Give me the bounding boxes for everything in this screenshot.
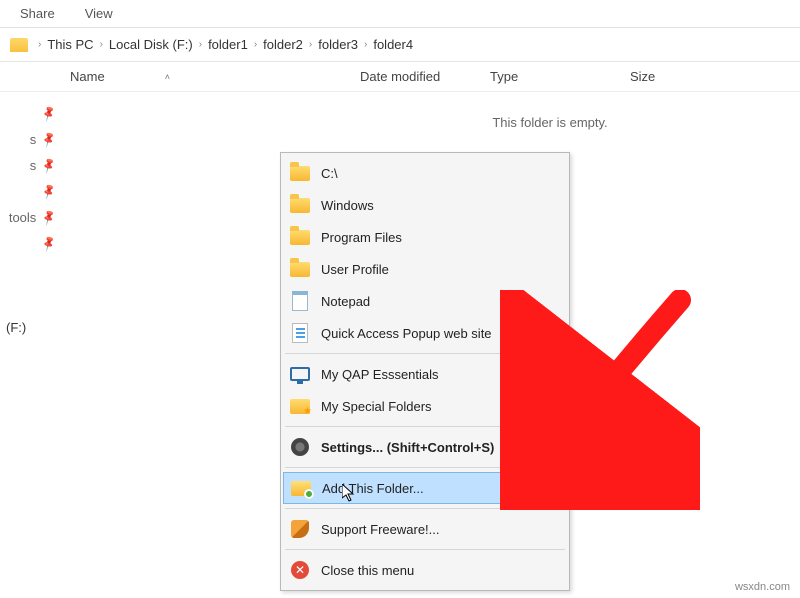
pin-icon: 📌 bbox=[40, 130, 58, 148]
context-menu: C:\ Windows Program Files User Profile N… bbox=[280, 152, 570, 591]
menu-user-profile[interactable]: User Profile bbox=[283, 253, 567, 285]
breadcrumb-folder4[interactable]: folder4 bbox=[373, 37, 413, 52]
col-name[interactable]: Name˄ bbox=[70, 69, 360, 84]
close-icon: ✕ bbox=[289, 560, 311, 580]
ribbon-view[interactable]: View bbox=[85, 6, 113, 21]
menu-support-freeware[interactable]: Support Freeware!... bbox=[283, 513, 567, 545]
menu-add-this-folder[interactable]: Add This Folder... bbox=[283, 472, 567, 504]
chevron-right-icon: ▶ bbox=[551, 369, 559, 380]
breadcrumb-folder3[interactable]: folder3 bbox=[318, 37, 358, 52]
chevron-right-icon[interactable]: › bbox=[199, 39, 202, 50]
menu-settings[interactable]: Settings... (Shift+Control+S) bbox=[283, 431, 567, 463]
folder-icon bbox=[10, 38, 28, 52]
menu-separator bbox=[285, 508, 565, 509]
notepad-icon bbox=[289, 291, 311, 311]
col-type[interactable]: Type bbox=[490, 69, 630, 84]
watermark: wsxdn.com bbox=[731, 580, 794, 594]
pin-icon: 📌 bbox=[40, 208, 58, 226]
menu-separator bbox=[285, 353, 565, 354]
menu-special-folders[interactable]: My Special Folders ▶ bbox=[283, 390, 567, 422]
col-size[interactable]: Size bbox=[630, 69, 710, 84]
pin-icon: 📌 bbox=[40, 234, 58, 252]
chevron-right-icon[interactable]: › bbox=[38, 39, 41, 50]
pinned-item[interactable]: 📌 bbox=[0, 178, 66, 204]
breadcrumb-this-pc[interactable]: This PC bbox=[47, 37, 93, 52]
folder-icon bbox=[289, 227, 311, 247]
pinned-item[interactable]: s📌 bbox=[0, 152, 66, 178]
chevron-right-icon[interactable]: › bbox=[364, 39, 367, 50]
ribbon-tabs: Share View bbox=[0, 0, 800, 28]
empty-folder-label: This folder is empty. bbox=[0, 115, 800, 130]
folder-icon bbox=[289, 195, 311, 215]
gear-icon bbox=[289, 437, 311, 457]
breadcrumb-folder1[interactable]: folder1 bbox=[208, 37, 248, 52]
menu-close[interactable]: ✕ Close this menu bbox=[283, 554, 567, 586]
menu-windows[interactable]: Windows bbox=[283, 189, 567, 221]
column-headers: Name˄ Date modified Type Size bbox=[0, 62, 800, 92]
menu-program-files[interactable]: Program Files bbox=[283, 221, 567, 253]
menu-qap-site[interactable]: Quick Access Popup web site bbox=[283, 317, 567, 349]
menu-separator bbox=[285, 426, 565, 427]
breadcrumb-drive[interactable]: Local Disk (F:) bbox=[109, 37, 193, 52]
menu-separator bbox=[285, 549, 565, 550]
folder-icon bbox=[289, 163, 311, 183]
sort-caret-icon: ˄ bbox=[165, 72, 170, 82]
quick-access-nav: 📌 s📌 s📌 📌 tools📌 📌 (F:) bbox=[0, 100, 66, 337]
folder-icon bbox=[289, 259, 311, 279]
address-bar[interactable]: › This PC › Local Disk (F:) › folder1 › … bbox=[0, 28, 800, 62]
col-date[interactable]: Date modified bbox=[360, 69, 490, 84]
menu-c-drive[interactable]: C:\ bbox=[283, 157, 567, 189]
chevron-right-icon: ▶ bbox=[551, 401, 559, 412]
folder-add-icon bbox=[290, 478, 312, 498]
chevron-right-icon[interactable]: › bbox=[309, 39, 312, 50]
monitor-icon bbox=[289, 364, 311, 384]
ribbon-share[interactable]: Share bbox=[20, 6, 55, 21]
menu-essentials[interactable]: My QAP Esssentials ▶ bbox=[283, 358, 567, 390]
breadcrumb-folder2[interactable]: folder2 bbox=[263, 37, 303, 52]
page-icon bbox=[289, 323, 311, 343]
pinned-item[interactable]: 📌 bbox=[0, 230, 66, 256]
chevron-right-icon[interactable]: › bbox=[254, 39, 257, 50]
menu-notepad[interactable]: Notepad bbox=[283, 285, 567, 317]
brush-icon bbox=[289, 519, 311, 539]
pin-icon: 📌 bbox=[40, 156, 58, 174]
folder-star-icon bbox=[289, 396, 311, 416]
pin-icon: 📌 bbox=[40, 182, 58, 200]
chevron-right-icon[interactable]: › bbox=[100, 39, 103, 50]
nav-drive[interactable]: (F:) bbox=[0, 316, 66, 337]
pinned-item[interactable]: tools📌 bbox=[0, 204, 66, 230]
menu-separator bbox=[285, 467, 565, 468]
